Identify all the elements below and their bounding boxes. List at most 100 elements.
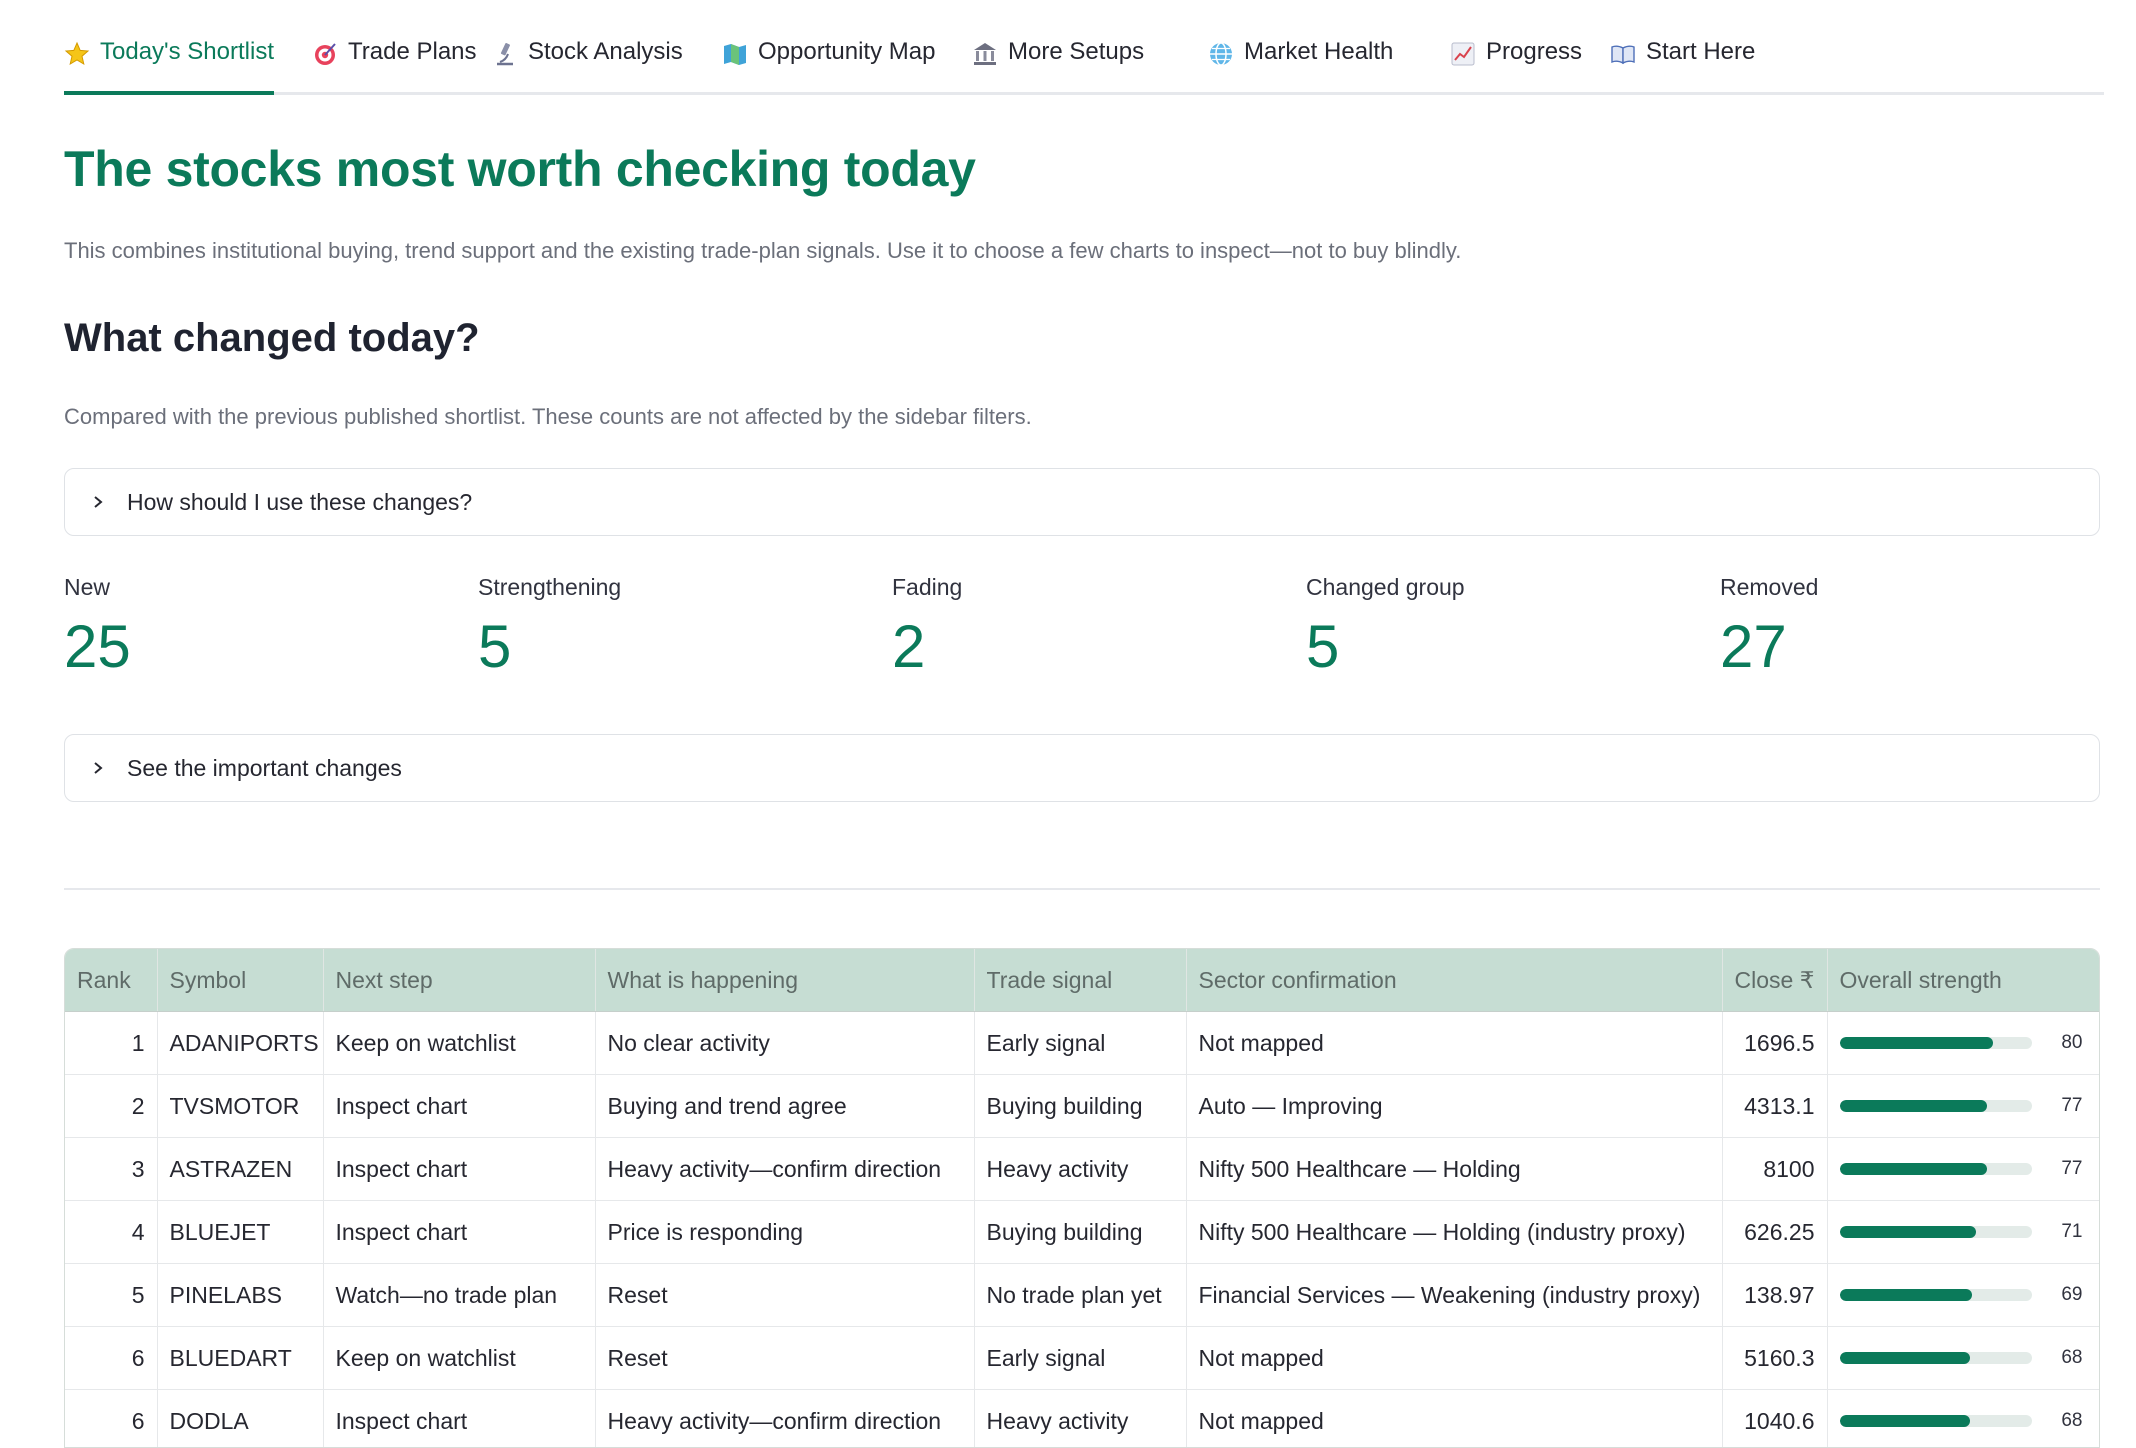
strength-bar-track (1839, 1352, 2032, 1364)
cell-next-step: Keep on watchlist (323, 1011, 596, 1075)
cell-next-step: Inspect chart (323, 1137, 596, 1201)
changes-note: Compared with the previous published sho… (64, 404, 1032, 429)
strength-bar: 68 (1839, 1410, 2087, 1432)
strength-bar: 68 (1839, 1347, 2087, 1369)
page-description: This combines institutional buying, tren… (64, 238, 1462, 263)
cell-symbol: BLUEDART (157, 1326, 324, 1390)
tab-progress[interactable]: Progress (1450, 38, 1582, 92)
section-divider (64, 888, 2100, 890)
bank-icon (974, 43, 996, 65)
metric-label: Changed group (1306, 574, 1465, 600)
cell-symbol: PINELABS (157, 1263, 324, 1327)
cell-sector-confirmation: Not mapped (1186, 1389, 1723, 1447)
column-header-what-is-happening[interactable]: What is happening (595, 949, 975, 1012)
table-row[interactable]: 2 TVSMOTOR Inspect chart Buying and trend a… (65, 1074, 2099, 1138)
tab-opportunity-map[interactable]: Opportunity Map (722, 38, 935, 92)
tab-bar: Today's Shortlist Trade Plans Stock Anal… (64, 0, 2104, 95)
cell-rank: 6 (65, 1326, 158, 1390)
book-icon (1611, 45, 1635, 65)
tab-stock-analysis[interactable]: Stock Analysis (492, 38, 683, 92)
tab-more-setups[interactable]: More Setups (972, 38, 1144, 92)
cell-what-is-happening: Heavy activity—confirm direction (595, 1389, 975, 1447)
column-header-next-step[interactable]: Next step (323, 949, 596, 1012)
column-header-overall-strength[interactable]: Overall strength (1827, 949, 2099, 1012)
cell-overall-strength: 77 (1827, 1137, 2099, 1201)
cell-overall-strength: 68 (1827, 1326, 2099, 1390)
strength-bar: 69 (1839, 1284, 2087, 1306)
strength-bar: 71 (1839, 1221, 2087, 1243)
column-header-sector-confirmation[interactable]: Sector confirmation (1186, 949, 1723, 1012)
star-icon (64, 41, 90, 66)
tab-todays-shortlist[interactable]: Today's Shortlist (64, 38, 274, 95)
cell-what-is-happening: Reset (595, 1263, 975, 1327)
microscope-icon (497, 43, 513, 66)
cell-sector-confirmation: Nifty 500 Healthcare — Holding (industry… (1186, 1200, 1723, 1264)
globe-icon (1210, 42, 1232, 66)
expander-important-changes[interactable]: See the important changes (64, 734, 2100, 802)
column-header-trade-signal[interactable]: Trade signal (974, 949, 1187, 1012)
cell-overall-strength: 68 (1827, 1389, 2099, 1447)
cell-next-step: Inspect chart (323, 1200, 596, 1264)
column-header-symbol[interactable]: Symbol (157, 949, 324, 1012)
cell-trade-signal: Buying building (974, 1200, 1187, 1264)
strength-bar-fill (1839, 1289, 1972, 1301)
cell-what-is-happening: No clear activity (595, 1011, 975, 1075)
cell-trade-signal: Early signal (974, 1326, 1187, 1390)
cell-close: 626.25 (1722, 1200, 1828, 1264)
strength-bar-track (1839, 1415, 2032, 1427)
strength-bar-fill (1839, 1415, 1971, 1427)
strength-bar-track (1839, 1100, 2032, 1112)
tab-market-health[interactable]: Market Health (1208, 38, 1393, 92)
cell-trade-signal: Heavy activity (974, 1137, 1187, 1201)
table-row[interactable]: 6 BLUEDART Keep on watchlist Reset Early sig… (65, 1326, 2099, 1390)
cell-close: 8100 (1722, 1137, 1828, 1201)
metric-value: 27 (1720, 613, 1787, 680)
cell-next-step: Inspect chart (323, 1389, 596, 1447)
strength-value: 80 (2061, 1032, 2083, 1053)
strength-bar-fill (1839, 1226, 1976, 1238)
tab-start-here[interactable]: Start Here (1610, 38, 1755, 92)
target-icon (315, 43, 336, 65)
table-row[interactable]: 1 ADANIPORTS Keep on watchlist No clear act… (65, 1011, 2099, 1075)
map-icon (724, 44, 746, 65)
metric-value: 5 (478, 613, 512, 680)
cell-trade-signal: Buying building (974, 1074, 1187, 1138)
cell-what-is-happening: Heavy activity—confirm direction (595, 1137, 975, 1201)
cell-sector-confirmation: Not mapped (1186, 1326, 1723, 1390)
cell-what-is-happening: Price is responding (595, 1200, 975, 1264)
strength-value: 77 (2061, 1095, 2083, 1116)
tab-trade-plans[interactable]: Trade Plans (312, 38, 477, 92)
column-header-rank[interactable]: Rank (65, 949, 158, 1012)
chart-up-icon (1451, 42, 1475, 66)
cell-sector-confirmation: Auto — Improving (1186, 1074, 1723, 1138)
table-row[interactable]: 5 PINELABS Watch—no trade plan Reset No trad… (65, 1263, 2099, 1327)
cell-overall-strength: 80 (1827, 1011, 2099, 1075)
chevron-right-icon (94, 762, 103, 774)
cell-next-step: Watch—no trade plan (323, 1263, 596, 1327)
strength-bar-fill (1839, 1163, 1988, 1175)
expander-how-to-use-changes[interactable]: How should I use these changes? (64, 468, 2100, 536)
table-row[interactable]: 6 DODLA Inspect chart Heavy activity—confir… (65, 1389, 2099, 1447)
cell-rank: 6 (65, 1389, 158, 1447)
table-row[interactable]: 4 BLUEJET Inspect chart Price is responding… (65, 1200, 2099, 1264)
strength-bar-fill (1839, 1100, 1988, 1112)
cell-overall-strength: 71 (1827, 1200, 2099, 1264)
strength-bar-fill (1839, 1352, 1971, 1364)
strength-bar: 80 (1839, 1032, 2087, 1054)
strength-bar: 77 (1839, 1158, 2087, 1180)
cell-rank: 1 (65, 1011, 158, 1075)
cell-overall-strength: 77 (1827, 1074, 2099, 1138)
metric-label: Removed (1720, 574, 1819, 600)
cell-next-step: Keep on watchlist (323, 1326, 596, 1390)
table-row[interactable]: 3 ASTRAZEN Inspect chart Heavy activity—con… (65, 1137, 2099, 1201)
metric-removed: Removed 27 (1720, 574, 1818, 677)
cell-symbol: TVSMOTOR (157, 1074, 324, 1138)
cell-rank: 2 (65, 1074, 158, 1138)
cell-rank: 5 (65, 1263, 158, 1327)
shortlist-table[interactable]: Rank Symbol Next step What is happening … (64, 948, 2100, 1448)
metric-fading: Fading 2 (892, 574, 962, 677)
column-header-close[interactable]: Close ₹ (1722, 949, 1828, 1012)
metric-value: 5 (1306, 613, 1340, 680)
metric-new: New 25 (64, 574, 131, 677)
strength-bar-fill (1839, 1037, 1994, 1049)
